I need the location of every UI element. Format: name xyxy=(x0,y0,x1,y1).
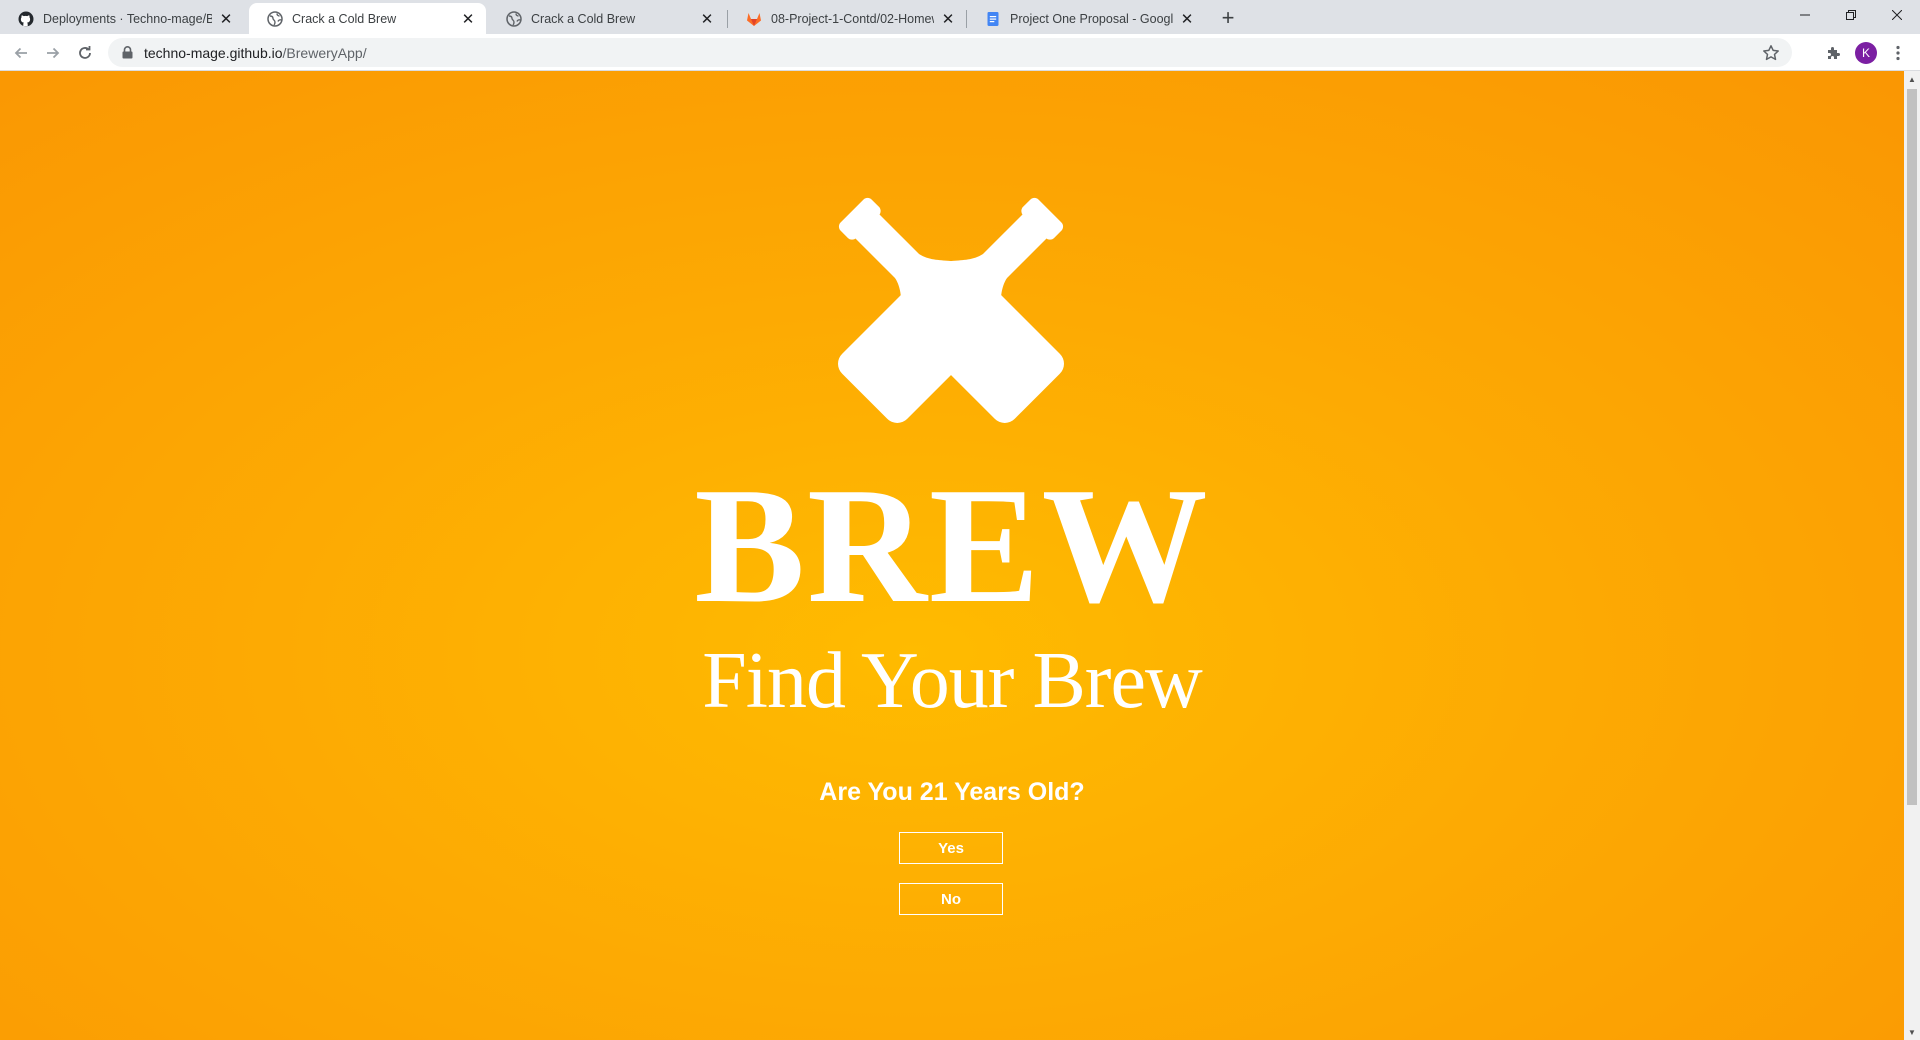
globe-icon xyxy=(506,10,522,27)
extensions-button[interactable] xyxy=(1820,39,1848,67)
tab-strip: Deployments · Techno-mage/Bre ✕ Crack a … xyxy=(0,0,1920,34)
close-tab-icon[interactable]: ✕ xyxy=(460,11,476,28)
tab-title: Crack a Cold Brew xyxy=(292,11,397,26)
tab-gitlab-homework[interactable]: 08-Project-1-Contd/02-Homewo ✕ xyxy=(728,3,966,34)
new-tab-button[interactable]: + xyxy=(1215,5,1241,31)
tab-google-docs-proposal[interactable]: Project One Proposal - Google D ✕ xyxy=(967,3,1205,34)
browser-toolbar: techno-mage.github.io/BreweryApp/ K xyxy=(0,34,1920,71)
close-tab-icon[interactable]: ✕ xyxy=(1179,11,1195,28)
yes-button[interactable]: Yes xyxy=(899,832,1003,864)
close-icon xyxy=(1892,10,1902,20)
restore-button[interactable] xyxy=(1828,0,1874,30)
gitlab-icon xyxy=(746,11,762,27)
tab-title: Crack a Cold Brew xyxy=(531,11,636,26)
url-host: techno-mage.github.io xyxy=(144,44,283,61)
tab-crack-a-cold-brew-active[interactable]: Crack a Cold Brew ✕ xyxy=(249,3,486,34)
google-docs-icon xyxy=(985,11,1001,27)
profile-button[interactable]: K xyxy=(1852,39,1880,67)
no-button[interactable]: No xyxy=(899,883,1003,915)
scroll-down-arrow-icon[interactable]: ▼ xyxy=(1904,1024,1920,1040)
tab-title: 08-Project-1-Contd/02-Homewo xyxy=(771,11,934,26)
lock-icon xyxy=(120,46,134,60)
tab-title: Project One Proposal - Google D xyxy=(1010,11,1173,26)
bookmark-star-icon[interactable] xyxy=(1762,44,1780,62)
minimize-button[interactable] xyxy=(1782,0,1828,30)
reload-button[interactable] xyxy=(71,39,99,67)
tab-deployments[interactable]: Deployments · Techno-mage/Bre ✕ xyxy=(0,3,244,34)
github-icon xyxy=(18,11,34,27)
page-viewport: BREW Find Your Brew Are You 21 Years Old… xyxy=(0,71,1904,1040)
address-bar[interactable]: techno-mage.github.io/BreweryApp/ xyxy=(108,38,1792,67)
reload-icon xyxy=(79,46,91,59)
back-button[interactable] xyxy=(7,39,35,67)
scroll-up-arrow-icon[interactable]: ▲ xyxy=(1904,71,1920,87)
avatar: K xyxy=(1855,42,1877,64)
brand-title: BREW xyxy=(694,453,1210,637)
tagline: Find Your Brew xyxy=(702,637,1202,725)
back-arrow-icon xyxy=(14,47,27,59)
close-tab-icon[interactable]: ✕ xyxy=(699,11,715,28)
tab-crack-a-cold-brew[interactable]: Crack a Cold Brew ✕ xyxy=(488,3,725,34)
forward-button[interactable] xyxy=(39,39,67,67)
close-window-button[interactable] xyxy=(1874,0,1920,30)
minimize-icon xyxy=(1800,14,1810,16)
scrollbar-thumb[interactable] xyxy=(1907,89,1917,805)
menu-button[interactable] xyxy=(1884,39,1912,67)
forward-arrow-icon xyxy=(47,47,60,59)
more-vertical-icon xyxy=(1896,45,1900,61)
crossed-bottles-logo-icon xyxy=(838,197,1064,423)
globe-icon xyxy=(267,10,283,27)
age-question: Are You 21 Years Old? xyxy=(819,778,1085,806)
url-path: /BreweryApp/ xyxy=(282,44,367,61)
puzzle-icon xyxy=(1828,47,1840,59)
restore-icon xyxy=(1846,10,1856,20)
vertical-scrollbar[interactable]: ▲ ▼ xyxy=(1904,71,1920,1040)
close-tab-icon[interactable]: ✕ xyxy=(940,11,956,28)
url-text: techno-mage.github.io/BreweryApp/ xyxy=(144,45,367,61)
tab-title: Deployments · Techno-mage/Bre xyxy=(43,11,212,26)
close-tab-icon[interactable]: ✕ xyxy=(218,11,234,28)
